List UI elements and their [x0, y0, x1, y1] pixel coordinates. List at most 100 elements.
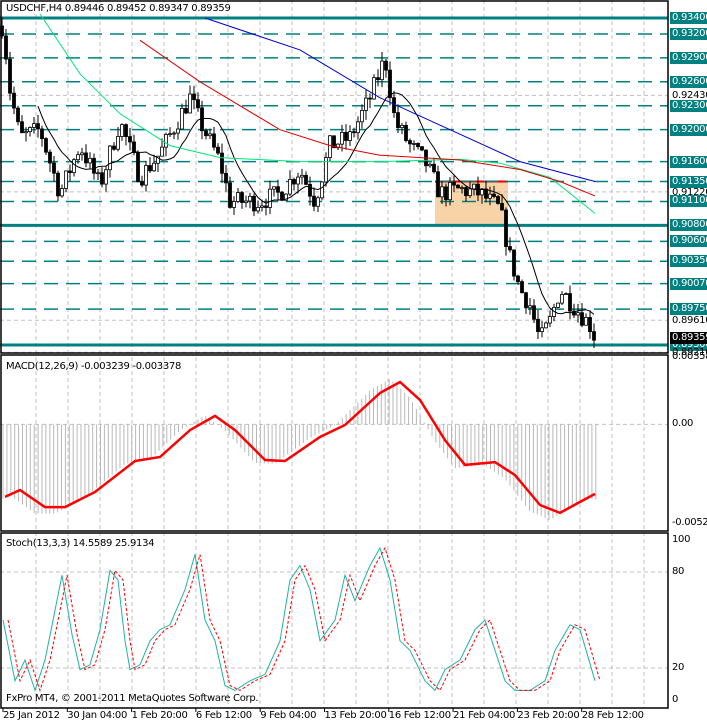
- candle-body: [252, 195, 256, 212]
- time-axis-label: 25 Jan 2012: [3, 710, 60, 721]
- time-axis-label: 30 Jan 04:00: [67, 710, 128, 721]
- candle-body: [56, 172, 60, 197]
- candle-body: [588, 317, 592, 333]
- price-level-label: 0.90070: [670, 277, 707, 290]
- candle-body: [556, 302, 560, 308]
- current-price-label: 0.89359: [670, 332, 707, 345]
- candle-body: [28, 127, 32, 132]
- candle-body: [408, 140, 412, 145]
- candle-body: [312, 195, 316, 207]
- candle-body: [404, 125, 408, 141]
- candle-body: [24, 131, 28, 134]
- candle-body: [540, 327, 544, 332]
- stoch-main-line: [2, 546, 596, 693]
- candle-body: [400, 125, 404, 129]
- price-level-label: 0.91600: [670, 155, 707, 168]
- candle-body: [148, 165, 152, 172]
- candle-body: [440, 186, 444, 198]
- price-scale-tick: 0.91220: [672, 186, 707, 198]
- candle-body: [500, 203, 504, 211]
- candle-body: [360, 110, 364, 123]
- candle-body: [472, 183, 476, 190]
- price-level-label: 0.90800: [670, 219, 707, 232]
- candle-body: [120, 124, 124, 137]
- candle-body: [288, 179, 292, 195]
- candle-body: [124, 124, 128, 137]
- candle-body: [300, 174, 304, 178]
- candle-body: [144, 165, 148, 186]
- price-level-label: 0.91350: [670, 175, 707, 188]
- candle-body: [368, 97, 372, 100]
- candle-body: [72, 159, 76, 174]
- candle-body: [108, 145, 112, 171]
- candle-body: [100, 172, 104, 185]
- candle-body: [20, 121, 24, 134]
- candle-body: [460, 187, 464, 190]
- candle-body: [536, 318, 540, 332]
- candle-body: [116, 136, 120, 150]
- time-axis-label: 1 Feb 20:00: [131, 710, 188, 721]
- macd-scale-tick: 0.00: [672, 418, 694, 430]
- candle-body: [44, 138, 48, 153]
- candle-body: [520, 281, 524, 294]
- candle-body: [188, 93, 192, 114]
- time-axis-label: 6 Feb 12:00: [195, 710, 252, 721]
- candle-body: [416, 143, 420, 147]
- price-level-label: 0.90350: [670, 255, 707, 268]
- time-axis-label: 13 Feb 20:00: [324, 710, 387, 721]
- candle-body: [496, 196, 500, 204]
- candle-body: [48, 151, 52, 164]
- candle-body: [568, 293, 572, 312]
- candle-body: [160, 146, 164, 157]
- candle-body: [96, 172, 100, 175]
- candle-body: [260, 205, 264, 208]
- time-axis-label: 23 Feb 20:00: [517, 710, 580, 721]
- price-level-label: 0.92000: [670, 123, 707, 136]
- candle-body: [16, 107, 20, 123]
- candle-body: [204, 130, 208, 137]
- candle-body: [376, 77, 380, 81]
- stoch-scale-tick: 0: [672, 694, 679, 705]
- candle-body: [580, 312, 584, 326]
- stoch-scale-tick: 100: [672, 534, 691, 545]
- candle-body: [216, 146, 220, 154]
- candle-body: [180, 107, 184, 130]
- candle-body: [212, 133, 216, 148]
- candle-body: [344, 131, 348, 141]
- candle-body: [524, 292, 528, 309]
- candle-body: [192, 93, 196, 101]
- candle-body: [576, 312, 580, 316]
- candle-body: [248, 195, 252, 202]
- candle-body: [468, 188, 472, 197]
- candle-body: [532, 305, 536, 320]
- candle-body: [320, 181, 324, 199]
- candle-body: [308, 183, 312, 197]
- candle-body: [240, 192, 244, 203]
- candle-body: [292, 179, 296, 185]
- stoch-title: Stoch(13,3,3) 14.5589 25.9134: [6, 538, 155, 549]
- candle-body: [136, 152, 140, 183]
- time-axis-label: 9 Feb 04:00: [260, 710, 317, 721]
- candle-body: [492, 193, 496, 197]
- candle-body: [268, 188, 272, 208]
- candle-body: [280, 191, 284, 201]
- candle-body: [220, 152, 224, 174]
- candle-body: [228, 182, 232, 208]
- price-level-label: 0.93200: [670, 27, 707, 40]
- candle-body: [8, 58, 12, 94]
- candle-body: [516, 275, 520, 283]
- candle-body: [208, 133, 212, 137]
- price-level-label: 0.90600: [670, 235, 707, 248]
- candle-body: [172, 132, 176, 135]
- candle-body: [244, 200, 248, 203]
- candle-body: [504, 209, 508, 247]
- candle-body: [176, 128, 180, 134]
- candle-body: [112, 145, 116, 150]
- candle-body: [548, 316, 552, 324]
- panel-border: [0, 354, 669, 532]
- candle-body: [128, 136, 132, 143]
- price-level-label: 0.89750: [670, 303, 707, 316]
- candle-body: [560, 294, 564, 304]
- moving-average-blue: [204, 17, 596, 182]
- candle-body: [84, 152, 88, 164]
